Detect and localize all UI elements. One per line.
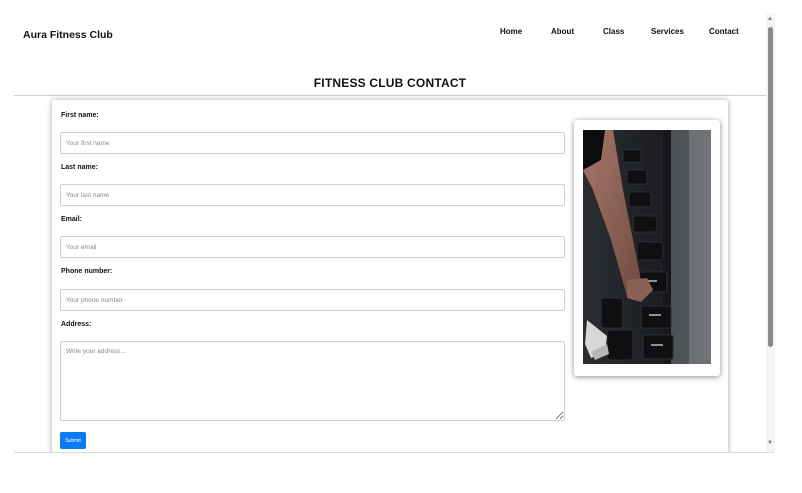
page-title: FITNESS CLUB CONTACT	[313, 76, 467, 90]
contact-form-card: First name: Last name: Email: Phone numb…	[52, 100, 728, 452]
vertical-scrollbar[interactable]: ▲ ▼	[766, 14, 775, 452]
last-name-label: Last name:	[61, 164, 98, 171]
scrollbar-thumb[interactable]	[768, 27, 773, 347]
nav-contact-link[interactable]: Contact	[709, 27, 739, 36]
fitness-photo-card	[574, 120, 720, 376]
last-name-input[interactable]	[60, 184, 565, 206]
page-frame: Aura Fitness Club Home About Class Servi…	[14, 14, 774, 453]
scroll-up-arrow-icon[interactable]: ▲	[767, 16, 773, 22]
submit-button[interactable]: Submit	[60, 432, 86, 449]
address-textarea[interactable]	[60, 341, 565, 421]
nav-services-link[interactable]: Services	[651, 27, 684, 36]
title-divider	[14, 95, 766, 96]
brand-logo-text[interactable]: Aura Fitness Club	[23, 29, 113, 41]
nav-home-link[interactable]: Home	[500, 27, 522, 36]
first-name-label: First name:	[61, 112, 99, 119]
phone-number-input[interactable]	[60, 289, 565, 311]
nav-about-link[interactable]: About	[551, 27, 574, 36]
email-input[interactable]	[60, 236, 565, 258]
dumbbell-photo-illustration	[583, 130, 711, 364]
nav-class-link[interactable]: Class	[603, 27, 624, 36]
first-name-input[interactable]	[60, 132, 565, 154]
scroll-down-arrow-icon[interactable]: ▼	[767, 440, 773, 446]
address-label: Address:	[61, 321, 92, 328]
email-label: Email:	[61, 216, 83, 223]
phone-number-label: Phone number:	[61, 268, 113, 275]
dumbbell-rack-photo	[583, 130, 711, 364]
